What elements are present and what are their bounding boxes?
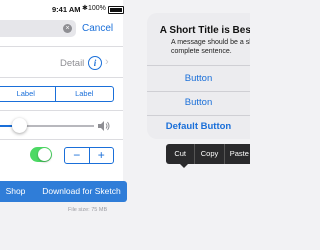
menu-pointer — [180, 164, 188, 168]
chevron-right-icon: › — [105, 56, 109, 68]
shop-button[interactable]: Shop — [0, 181, 41, 202]
menu-item-copy[interactable]: Copy — [194, 144, 223, 164]
alert-title: A Short Title is Best — [159, 25, 250, 36]
edit-menu: Cut Copy Paste — [166, 144, 250, 168]
bluetooth-icon: ✱ — [82, 5, 88, 12]
battery-percent: 100% — [88, 5, 106, 12]
download-sketch-button[interactable]: Download for Sketch — [36, 181, 127, 202]
alert-divider — [147, 115, 250, 116]
alert-divider — [147, 65, 250, 66]
detail-label: Detail — [60, 58, 85, 69]
menu-item-paste[interactable]: Paste — [223, 144, 250, 164]
status-bar: 9:41 AM ✱ 100% — [0, 5, 124, 15]
search-field[interactable]: × — [0, 20, 76, 37]
status-time: 9:41 AM — [52, 5, 81, 14]
info-icon[interactable]: i — [88, 56, 102, 70]
alert-dialog: A Short Title is Best A message should b… — [147, 13, 250, 139]
stepper-minus-button[interactable]: − — [65, 148, 89, 163]
slider-thumb[interactable] — [11, 118, 27, 133]
segment-label[interactable]: Label — [0, 87, 55, 101]
alert-button[interactable]: Button — [147, 73, 250, 84]
divider — [0, 77, 123, 78]
cancel-button[interactable]: Cancel — [82, 23, 113, 34]
segmented-control: Label Label — [0, 86, 114, 102]
segment-label[interactable]: Label — [54, 87, 114, 101]
alert-message: A message should be a short, complete se… — [171, 39, 250, 55]
speaker-volume-icon — [98, 121, 110, 131]
alert-default-button[interactable]: Default Button — [147, 121, 250, 132]
alert-divider — [147, 91, 250, 92]
clear-icon[interactable]: × — [63, 24, 72, 33]
file-size-text: File size: 75 MB — [68, 207, 108, 213]
iphone-mock-panel: 9:41 AM ✱ 100% × Cancel Detail i › Label… — [0, 0, 124, 183]
divider — [0, 139, 123, 140]
menu-item-cut[interactable]: Cut — [166, 144, 194, 164]
alert-button[interactable]: Button — [147, 97, 250, 108]
divider — [0, 110, 123, 111]
battery-icon — [108, 6, 124, 14]
stepper-plus-button[interactable]: + — [88, 148, 114, 163]
toggle-switch[interactable] — [30, 147, 52, 162]
stepper: − + — [64, 147, 114, 164]
screenshot-stage: 9:41 AM ✱ 100% × Cancel Detail i › Label… — [0, 0, 250, 250]
divider — [0, 46, 123, 47]
